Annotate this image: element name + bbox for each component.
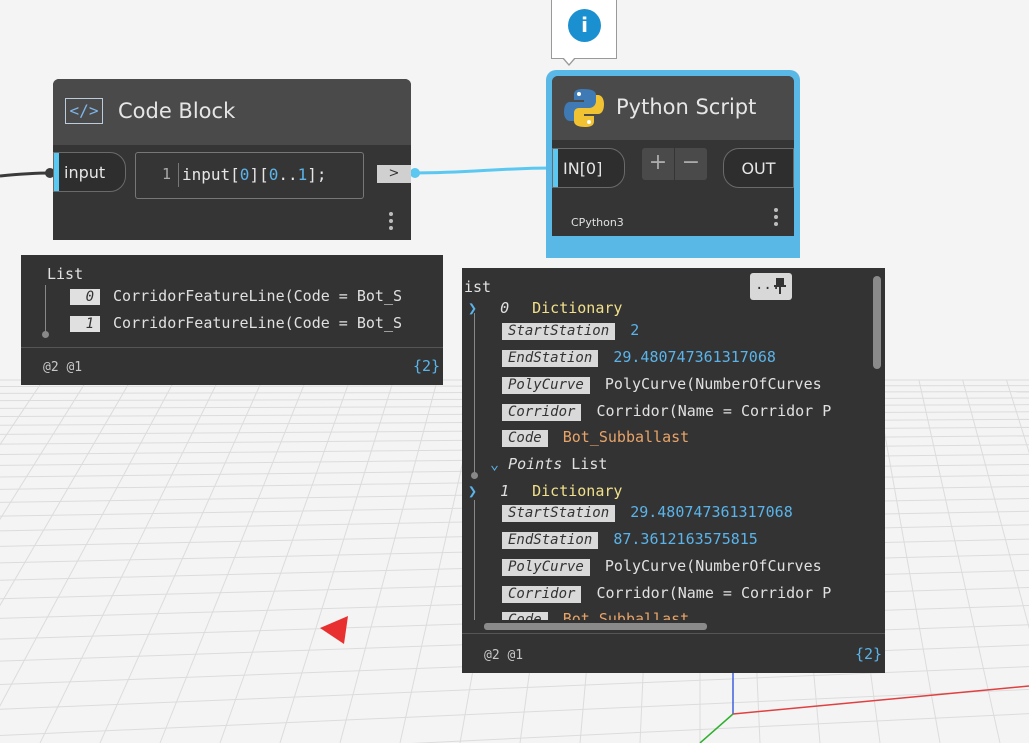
dict-value: Corridor(Name = Corridor P <box>596 584 832 602</box>
dict-entry[interactable]: PolyCurve PolyCurve(NumberOfCurves <box>502 557 822 576</box>
dict-entry[interactable]: StartStation 29.480747361317068 <box>502 503 793 522</box>
node-title: Python Script <box>616 95 757 119</box>
input-port-label: input <box>64 162 106 182</box>
dict-key: Corridor <box>502 586 582 603</box>
more-options-icon[interactable] <box>389 212 393 233</box>
item-count: {2} <box>413 357 441 375</box>
input-port-in0[interactable]: IN[0] <box>552 148 625 188</box>
preview-divider <box>462 633 885 634</box>
list-index: 0 <box>70 289 100 305</box>
output-port[interactable]: > <box>377 165 411 183</box>
dict-value: Corridor(Name = Corridor P <box>596 402 832 420</box>
dict-value: PolyCurve(NumberOfCurves <box>604 557 822 575</box>
points-row[interactable]: ⌄ Points List <box>490 455 607 473</box>
dict-entry[interactable]: Corridor Corridor(Name = Corridor P <box>502 584 831 603</box>
tree-end-dot <box>42 331 49 338</box>
horizontal-scrollbar[interactable] <box>484 623 707 630</box>
chevron-down-icon[interactable]: ⌄ <box>490 455 499 473</box>
list-levels: @2 @1 <box>484 648 524 663</box>
code-editor[interactable]: 1 input[0][0..1]; <box>135 152 364 199</box>
preview-menu-button[interactable]: ... <box>750 273 792 300</box>
dict-label: Dictionary <box>532 299 623 317</box>
pin-icon[interactable] <box>773 277 787 295</box>
dict-entry[interactable]: Code Bot_Subballast <box>502 428 689 447</box>
tree-end-dot <box>471 472 478 479</box>
list-header: ist <box>464 278 492 296</box>
cursor-pointer-icon <box>320 616 348 644</box>
list-value: CorridorFeatureLine(Code = Bot_S <box>113 287 403 305</box>
node-title: Code Block <box>118 99 236 123</box>
add-input-button[interactable]: + <box>642 148 674 180</box>
line-number: 1 <box>162 165 172 183</box>
wire-left <box>0 171 53 178</box>
tree-line <box>45 285 46 333</box>
preview-divider <box>21 347 443 348</box>
dict-value: 29.480747361317068 <box>613 348 776 366</box>
dictionary-row[interactable]: ❯ 1 Dictionary <box>468 482 622 500</box>
dict-key: PolyCurve <box>502 559 590 576</box>
dict-value: PolyCurve(NumberOfCurves <box>604 375 822 393</box>
dict-value: Bot_Subballast <box>562 428 690 446</box>
chevron-right-icon[interactable]: ❯ <box>468 299 477 317</box>
dictionary-row[interactable]: ❯ 0 Dictionary <box>468 299 622 317</box>
list-item[interactable]: 1 CorridorFeatureLine(Code = Bot_S <box>70 314 402 332</box>
input-port[interactable]: input <box>53 152 126 192</box>
list-levels: @2 @1 <box>43 360 83 375</box>
dict-index: 0 <box>500 299 510 317</box>
dict-value: 2 <box>630 321 640 339</box>
input-port-label: IN[0] <box>563 158 603 178</box>
python-script-preview[interactable]: ist ... ❯ 0 Dictionary StartStation 2 En… <box>462 268 885 673</box>
output-port-label: OUT <box>741 158 776 178</box>
dict-value: 87.3612163575815 <box>613 530 758 548</box>
dict-key: PolyCurve <box>502 377 590 394</box>
dict-key: StartStation <box>502 323 616 340</box>
dict-key: EndStation <box>502 350 599 367</box>
vertical-scrollbar[interactable] <box>873 276 881 369</box>
tree-line <box>474 313 475 473</box>
engine-label: CPython3 <box>571 216 624 229</box>
dict-entry[interactable]: EndStation 29.480747361317068 <box>502 348 776 367</box>
dict-value: 29.480747361317068 <box>630 503 793 521</box>
list-item[interactable]: 0 CorridorFeatureLine(Code = Bot_S <box>70 287 402 305</box>
dict-entry[interactable]: EndStation 87.3612163575815 <box>502 530 758 549</box>
chevron-right-icon[interactable]: ❯ <box>468 482 477 500</box>
dict-label: Dictionary <box>532 482 623 500</box>
more-options-icon[interactable] <box>774 208 778 229</box>
points-value: List <box>571 455 608 473</box>
dict-key: Corridor <box>502 404 582 421</box>
dict-entry[interactable]: StartStation 2 <box>502 321 639 340</box>
points-key: Points <box>508 455 563 473</box>
output-port-out[interactable]: OUT <box>723 148 794 188</box>
dict-key: Code <box>502 430 548 447</box>
python-script-node[interactable]: Python Script IN[0] + − OUT CPython3 <box>552 76 794 236</box>
list-header: List <box>47 265 84 283</box>
info-bubble-tail-inner <box>563 57 575 64</box>
list-index: 1 <box>70 316 100 332</box>
dict-index: 1 <box>500 482 510 500</box>
info-bubble[interactable]: i <box>551 0 617 59</box>
info-icon[interactable]: i <box>568 9 601 42</box>
output-port-label: > <box>388 166 400 181</box>
code-block-preview[interactable]: List 0 CorridorFeatureLine(Code = Bot_S … <box>21 255 443 385</box>
code-block-node[interactable]: </> Code Block input 1 input[0][0..1]; > <box>53 79 411 240</box>
dict-key: EndStation <box>502 532 599 549</box>
code-text[interactable]: input[0][0..1]; <box>182 165 327 184</box>
code-icon: </> <box>65 98 103 124</box>
list-value: CorridorFeatureLine(Code = Bot_S <box>113 314 403 332</box>
dict-entry[interactable]: PolyCurve PolyCurve(NumberOfCurves <box>502 375 822 394</box>
dict-key: StartStation <box>502 505 616 522</box>
python-icon <box>562 86 606 130</box>
dict-entry[interactable]: Corridor Corridor(Name = Corridor P <box>502 402 831 421</box>
remove-input-button[interactable]: − <box>675 148 707 180</box>
tree-line <box>474 500 475 620</box>
wire-code-to-python <box>413 166 553 175</box>
item-count: {2} <box>855 645 883 663</box>
line-gutter <box>178 163 179 187</box>
